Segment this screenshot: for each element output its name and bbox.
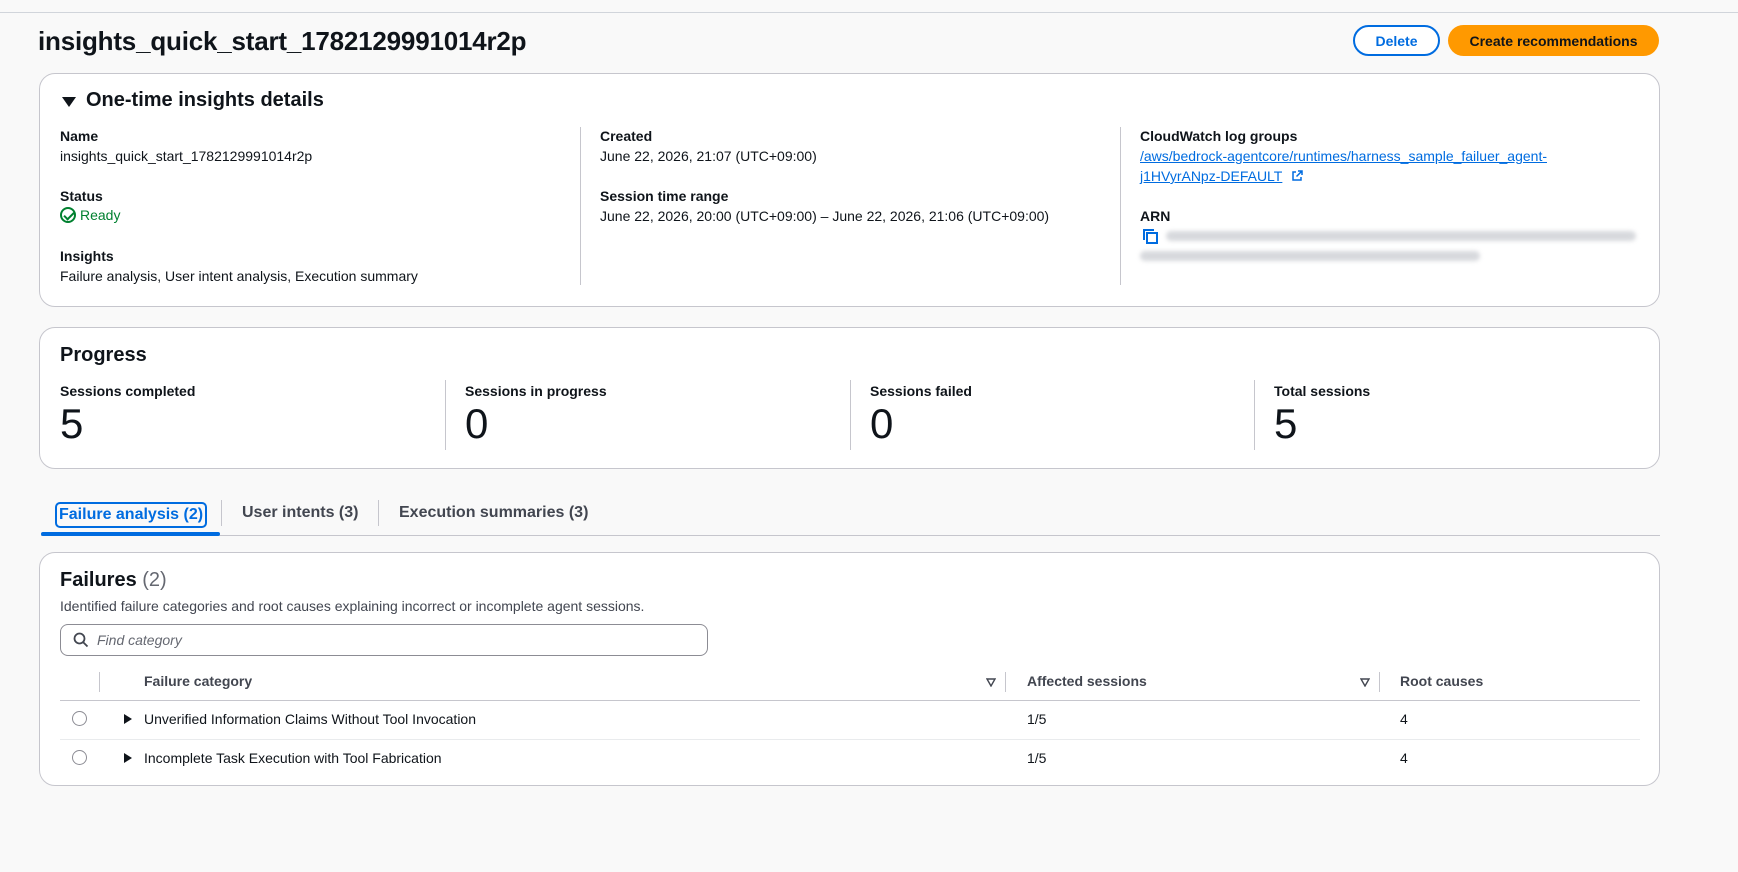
search-box[interactable] — [60, 624, 708, 656]
stat-divider — [850, 380, 851, 450]
insights-value: Failure analysis, User intent analysis, … — [60, 268, 418, 284]
insights-label: Insights — [60, 248, 114, 264]
copy-icon[interactable] — [1142, 228, 1160, 246]
stat-divider — [1254, 380, 1255, 450]
column-header-affected-sessions[interactable]: Affected sessions — [1027, 673, 1147, 689]
stat-divider — [445, 380, 446, 450]
sessions-failed-label: Sessions failed — [870, 383, 972, 399]
active-tab-indicator — [41, 532, 220, 536]
check-circle-icon — [60, 207, 76, 223]
failures-description: Identified failure categories and root c… — [60, 598, 645, 614]
search-input[interactable] — [97, 630, 697, 650]
column-divider — [580, 127, 581, 285]
failures-count: (2) — [142, 569, 167, 591]
tab-execution-summaries[interactable]: Execution summaries (3) — [399, 504, 588, 522]
log-group-line2[interactable]: j1HVyrANpz-DEFAULT — [1140, 166, 1282, 186]
expand-caret-icon[interactable] — [124, 714, 132, 724]
sort-icon[interactable] — [986, 677, 996, 687]
sessions-in-progress-label: Sessions in progress — [465, 383, 607, 399]
redacted-arn — [1166, 231, 1636, 241]
column-divider[interactable] — [1379, 672, 1380, 692]
created-value: June 22, 2026, 21:07 (UTC+09:00) — [600, 148, 817, 164]
sessions-failed-value: 0 — [870, 400, 894, 447]
tab-user-intents[interactable]: User intents (3) — [242, 504, 358, 522]
row-select-radio[interactable] — [72, 711, 87, 726]
details-heading[interactable]: One-time insights details — [86, 89, 324, 112]
created-label: Created — [600, 128, 653, 144]
sessions-in-progress-value: 0 — [465, 400, 489, 447]
sessions-completed-value: 5 — [60, 400, 84, 447]
failure-category-cell: Unverified Information Claims Without To… — [144, 711, 477, 727]
search-icon — [73, 632, 89, 648]
tab-separator — [378, 500, 379, 526]
external-link-icon[interactable] — [1291, 170, 1303, 182]
sort-icon[interactable] — [1360, 677, 1370, 687]
session-range-value: June 22, 2026, 20:00 (UTC+09:00) – June … — [600, 208, 1050, 224]
name-value: insights_quick_start_1782129991014r2p — [60, 148, 313, 164]
column-header-failure-category[interactable]: Failure category — [144, 673, 252, 689]
progress-heading: Progress — [60, 344, 147, 366]
root-causes-cell: 4 — [1400, 750, 1408, 766]
top-divider — [0, 12, 1738, 13]
page-title: insights_quick_start_1782129991014r2p — [38, 26, 527, 56]
total-sessions-label: Total sessions — [1274, 383, 1371, 399]
arn-label: ARN — [1140, 208, 1171, 224]
log-group-link[interactable]: /aws/bedrock-agentcore/runtimes/harness_… — [1140, 146, 1620, 186]
failures-panel: Failures (2) Identified failure categori… — [39, 552, 1660, 786]
tab-separator — [221, 500, 222, 526]
affected-sessions-cell: 1/5 — [1027, 750, 1047, 766]
log-groups-label: CloudWatch log groups — [1140, 128, 1298, 144]
sessions-completed-label: Sessions completed — [60, 383, 196, 399]
insights-details-panel: One-time insights details Name insights_… — [39, 73, 1660, 307]
delete-button[interactable]: Delete — [1353, 25, 1440, 56]
create-recommendations-button[interactable]: Create recommendations — [1448, 25, 1659, 56]
column-divider — [1120, 127, 1121, 285]
status-badge: Ready — [60, 207, 120, 223]
tabs-baseline — [41, 535, 1660, 536]
table-header-divider — [60, 700, 1640, 701]
session-range-label: Session time range — [600, 188, 729, 204]
redacted-arn — [1140, 251, 1480, 261]
status-label: Status — [60, 188, 103, 204]
column-header-root-causes[interactable]: Root causes — [1400, 673, 1483, 689]
total-sessions-value: 5 — [1274, 400, 1298, 447]
name-label: Name — [60, 128, 99, 144]
expand-caret-icon[interactable] — [124, 753, 132, 763]
row-select-radio[interactable] — [72, 750, 87, 765]
failure-category-cell: Incomplete Task Execution with Tool Fabr… — [144, 750, 442, 766]
tab-failure-analysis[interactable]: Failure analysis (2) — [55, 502, 208, 528]
affected-sessions-cell: 1/5 — [1027, 711, 1047, 727]
column-divider[interactable] — [1005, 672, 1006, 692]
failures-heading: Failures (2) — [60, 569, 167, 592]
row-divider — [60, 739, 1640, 740]
failures-title: Failures — [60, 569, 137, 591]
progress-panel: Progress Sessions completed 5 Sessions i… — [39, 327, 1660, 469]
caret-down-icon[interactable] — [62, 97, 76, 107]
column-divider — [99, 672, 100, 692]
status-value: Ready — [80, 207, 121, 223]
root-causes-cell: 4 — [1400, 711, 1408, 727]
log-group-line1[interactable]: /aws/bedrock-agentcore/runtimes/harness_… — [1140, 146, 1620, 166]
